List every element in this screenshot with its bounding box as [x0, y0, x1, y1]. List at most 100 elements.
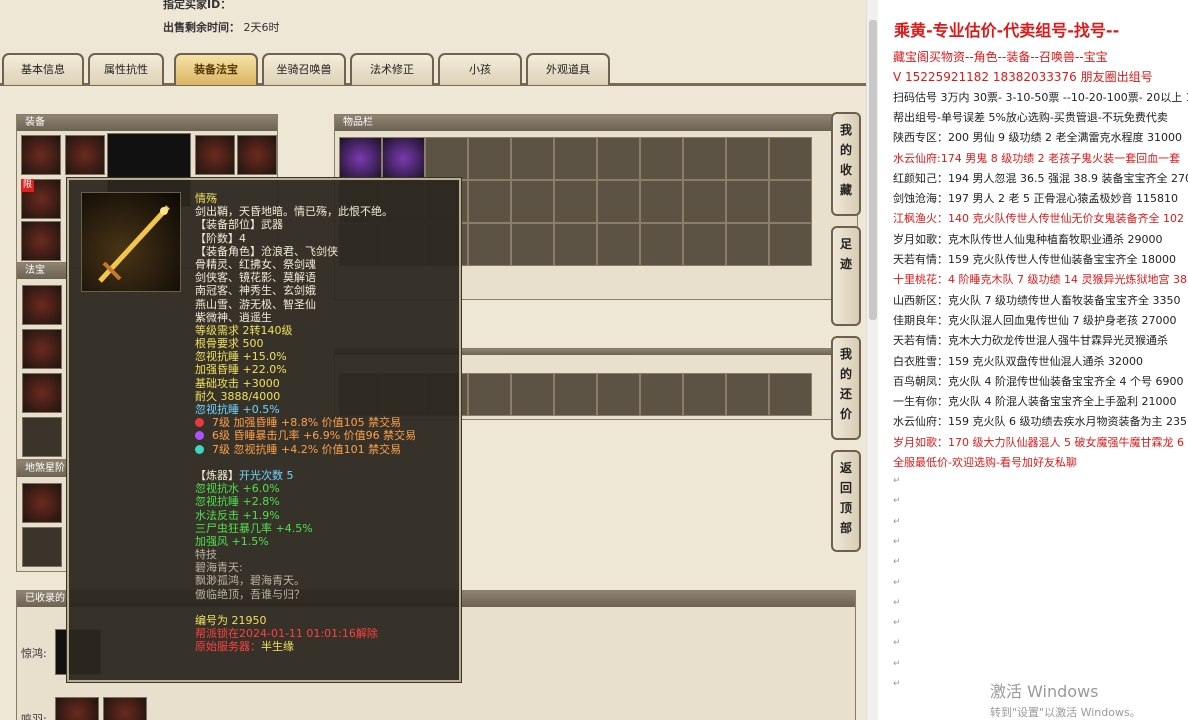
dishu-slot-1[interactable]: [22, 483, 62, 523]
tab-basic-info[interactable]: 基本信息: [2, 53, 84, 85]
mingyu-label: 鸣羽:: [21, 713, 47, 720]
inventory-cell[interactable]: [726, 223, 769, 266]
my-counteroffer-button[interactable]: 我的还价: [831, 336, 861, 440]
equip-slot-gem[interactable]: [21, 221, 61, 261]
inventory-cell[interactable]: [554, 373, 597, 416]
equip-slot-armor[interactable]: [21, 135, 61, 175]
mingyu-slot-1[interactable]: [55, 697, 99, 720]
notes-line: 剑蚀沧海：197 男人 2 老 5 正骨混心猿孟极妙音 115810: [893, 192, 1178, 206]
scrollbar[interactable]: [866, 0, 878, 720]
inventory-cell[interactable]: [769, 137, 812, 180]
item-tier: 【阶数】4: [195, 231, 246, 245]
notes-line: V 15225921182 18382033376 朋友圈出组号: [893, 70, 1153, 85]
inventory-cell[interactable]: [597, 137, 640, 180]
inventory-cell[interactable]: [640, 373, 683, 416]
tab-equipment[interactable]: 装备法宝: [174, 53, 258, 85]
watermark-title: 激活 Windows: [990, 682, 1099, 701]
inventory-cell[interactable]: [554, 137, 597, 180]
stat-line: 加强昏睡 +22.0%: [195, 363, 287, 377]
level-requirement: 等级需求 2转140级: [195, 323, 293, 337]
inventory-cell[interactable]: [468, 180, 511, 223]
inventory-cell[interactable]: [554, 180, 597, 223]
favorites-button[interactable]: 我的收藏: [831, 112, 861, 216]
refine-stat: 忽视抗水 +6.0%: [195, 482, 280, 496]
notes-line: 十里桃花：4 阶睡克木队 7 级功绩 14 灵猴异光炼狱地宫 38: [893, 273, 1187, 287]
inventory-cell[interactable]: [769, 223, 812, 266]
notes-line: 岁月如歌：克木队传世人仙鬼种植畜牧职业通杀 29000: [893, 232, 1163, 246]
item-roles-line: 南冠客、神秀生、玄剑娥: [195, 284, 316, 298]
seller-label: 指定买家ID：: [163, 0, 232, 11]
item-roles-line: 紫微神、逍遥生: [195, 310, 272, 324]
skill-label: 特技: [195, 548, 217, 562]
fabao-slot-1[interactable]: [22, 285, 62, 325]
inventory-cell[interactable]: [597, 373, 640, 416]
inventory-cell[interactable]: [597, 223, 640, 266]
gem-red-icon: [195, 418, 204, 428]
item-roles-line: 剑侠客、镜花影、莫解语: [195, 271, 316, 285]
tab-attributes[interactable]: 属性抗性: [88, 53, 164, 85]
notes-line: 天若有情：159 克火队传世人传世仙装备宝宝齐全 18000: [893, 253, 1176, 266]
inventory-cell[interactable]: [511, 223, 554, 266]
inventory-cell[interactable]: [511, 373, 554, 416]
inventory-cell[interactable]: [554, 223, 597, 266]
return-mark: ↵: [893, 476, 901, 486]
inventory-cell[interactable]: [511, 137, 554, 180]
item-roles-line: 骨精灵、红拂女、祭剑魂: [195, 257, 316, 271]
tab-children[interactable]: 小孩: [438, 53, 522, 85]
skill-name: 碧海青天:: [195, 561, 243, 575]
refine-stat: 三尸虫狂暴几率 +4.5%: [195, 521, 313, 535]
mingyu-slot-2[interactable]: [103, 697, 147, 720]
item-tooltip: 情殇 剑出鞘，天昏地暗。情已殇，此恨不绝。 【装备部位】武器 【阶数】4 【装备…: [67, 178, 461, 682]
item-name: 情殇: [195, 192, 217, 205]
serial-number: 编号为 21950: [195, 614, 267, 627]
notes-line: 帮出组号-单号误差 5%放心选购-买贵管退-不玩免费代卖: [893, 110, 1168, 124]
tab-mounts-pets[interactable]: 坐骑召唤兽: [262, 53, 346, 85]
inventory-cell[interactable]: [726, 373, 769, 416]
fabao-slot-4[interactable]: [22, 417, 62, 457]
gem-cyan-icon: [195, 444, 204, 454]
inventory-cell[interactable]: [769, 180, 812, 223]
refine-stat: 加强风 +1.5%: [195, 534, 269, 548]
fabao-slot-3[interactable]: [22, 373, 62, 413]
inventory-cell[interactable]: [339, 137, 382, 180]
inventory-cell[interactable]: [468, 223, 511, 266]
inventory-cell[interactable]: [511, 180, 554, 223]
fabao-slot-2[interactable]: [22, 329, 62, 369]
notes-line: 水云仙府:174 男鬼 8 级功绩 2 老孩子鬼火装一套回血一套: [893, 151, 1181, 165]
inventory-cell[interactable]: [769, 373, 812, 416]
inventory-cell[interactable]: [468, 137, 511, 180]
inventory-cell[interactable]: [640, 180, 683, 223]
return-mark: ↵: [893, 536, 901, 547]
inventory-cell[interactable]: [468, 373, 511, 416]
tab-appearance[interactable]: 外观道具: [526, 53, 610, 85]
inventory-cell[interactable]: [382, 137, 425, 180]
dishu-slot-2[interactable]: [22, 527, 62, 567]
time-remaining: 出售剩余时间： 2天6时: [163, 21, 280, 34]
dishu-header: 地煞星阶: [17, 461, 67, 477]
notes-line: 一生有你：克火队 4 阶混人装备宝宝齐全上手盈利 21000: [893, 395, 1177, 409]
footprint-button[interactable]: 足迹: [831, 226, 861, 326]
inventory-cell[interactable]: [425, 137, 468, 180]
equip-slot-necklace[interactable]: [237, 135, 277, 175]
notes-line: 岁月如歌：170 级大力队仙器混人 5 破女魔强牛魔甘霖龙 6: [893, 435, 1184, 449]
tab-bar: 基本信息 属性抗性 装备法宝 坐骑召唤兽 法术修正 小孩 外观道具: [0, 50, 866, 86]
inventory-cell[interactable]: [683, 223, 726, 266]
left-pane: 指定买家ID： 出售剩余时间： 2天6时 基本信息 属性抗性 装备法宝 坐骑召唤…: [0, 0, 866, 720]
inventory-cell[interactable]: [683, 180, 726, 223]
notes-line: 全服最低价-欢迎选购-看号加好友私聊: [893, 456, 1077, 469]
scrollbar-thumb[interactable]: [869, 20, 877, 320]
equip-slot-shoulder[interactable]: [195, 135, 235, 175]
back-to-top-button[interactable]: 返回顶部: [831, 450, 861, 552]
sword-icon: [81, 192, 181, 292]
inventory-cell[interactable]: [726, 137, 769, 180]
equip-slot-helmet[interactable]: [65, 135, 105, 175]
inventory-cell[interactable]: [726, 180, 769, 223]
gem-line: 6级 昏睡暴击几率 +6.9% 价值96 禁交易: [195, 429, 457, 442]
inventory-cell[interactable]: [683, 373, 726, 416]
inventory-cell[interactable]: [640, 223, 683, 266]
jinghong-label: 惊鸿:: [21, 647, 47, 660]
inventory-cell[interactable]: [597, 180, 640, 223]
inventory-cell[interactable]: [683, 137, 726, 180]
tab-spell-correction[interactable]: 法术修正: [350, 53, 434, 85]
inventory-cell[interactable]: [640, 137, 683, 180]
